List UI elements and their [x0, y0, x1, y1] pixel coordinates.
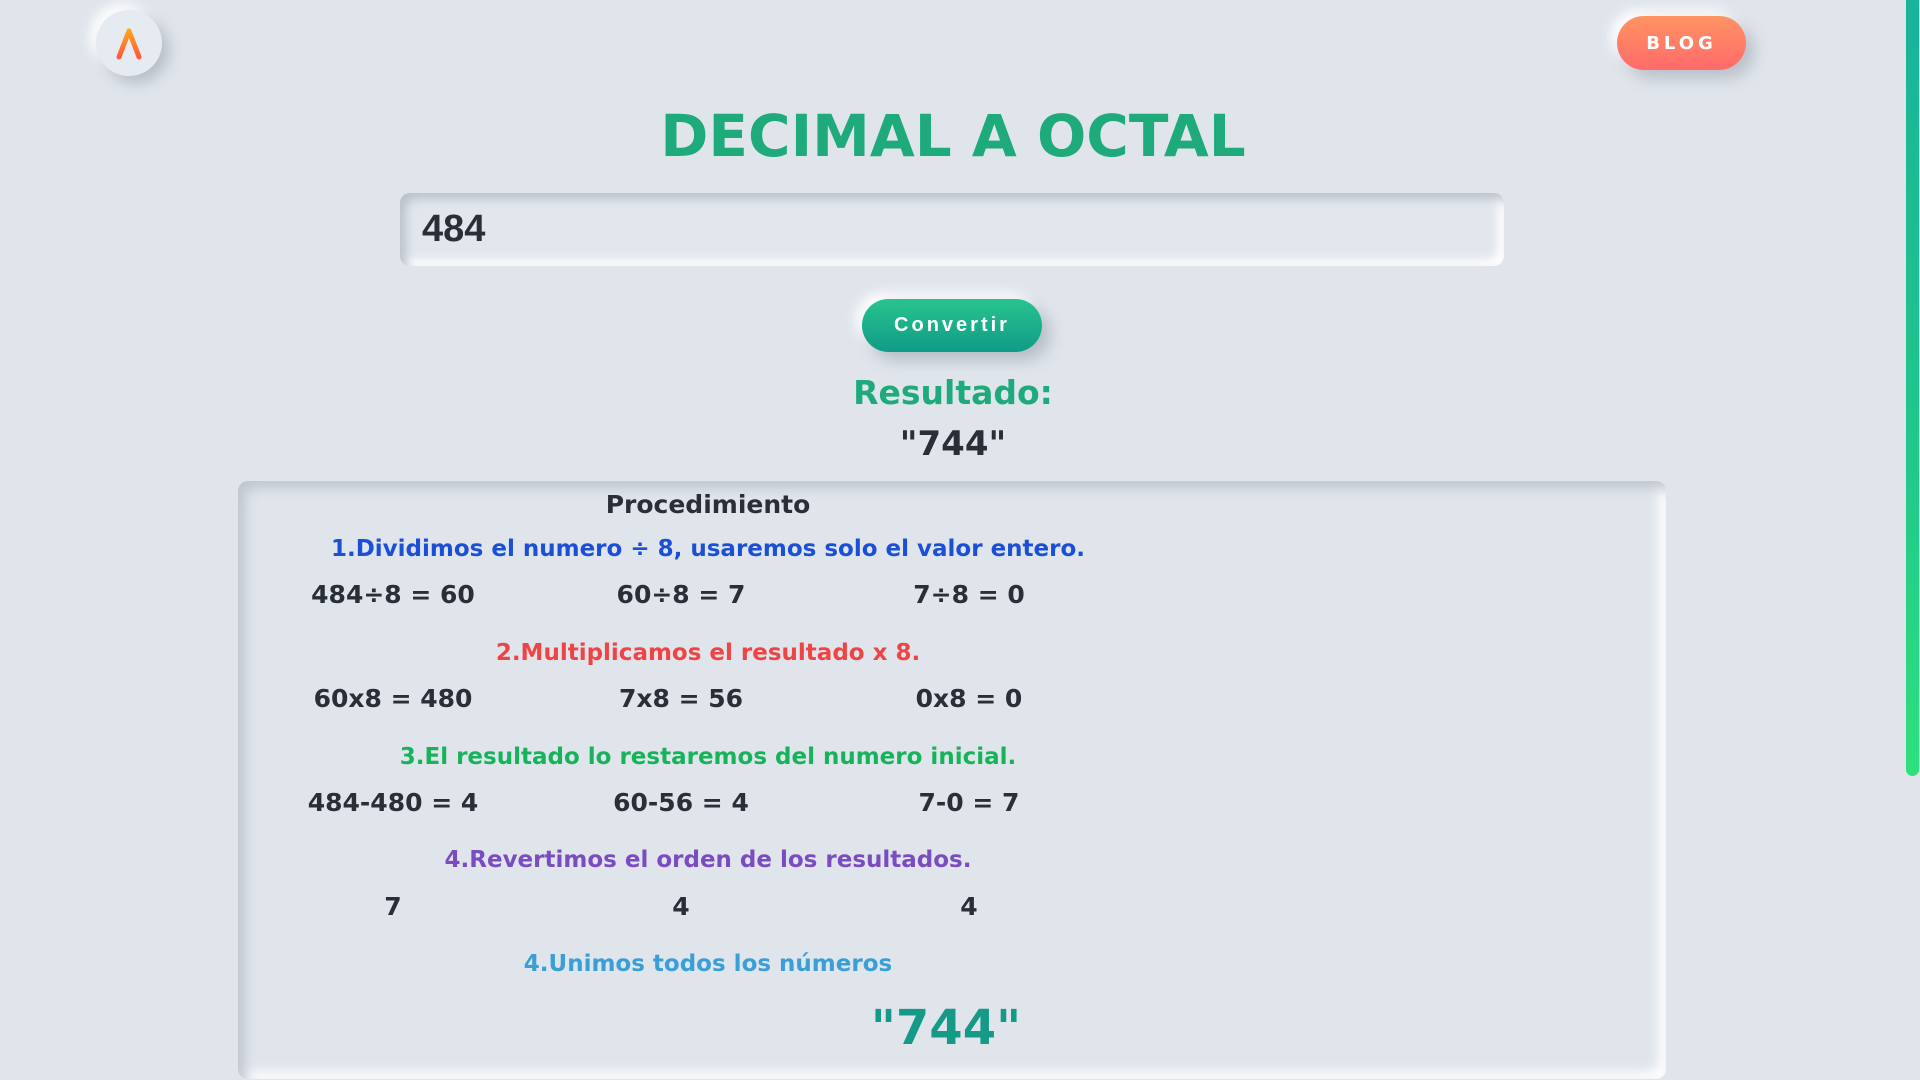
step-4-cell-2: 4: [672, 892, 690, 921]
step-title-1: 1.Dividimos el numero ÷ 8, usaremos solo…: [330, 536, 1086, 562]
step-title-2: 2.Multiplicamos el resultado x 8.: [495, 640, 921, 666]
step-3-cell-3: 7-0 = 7: [918, 788, 1020, 817]
step-title-3: 3.El resultado lo restaremos del numero …: [399, 744, 1017, 770]
step-title-4: 4.Revertimos el orden de los resultados.: [444, 847, 972, 873]
step-2-cell-1: 60x8 = 480: [313, 684, 473, 713]
step-4-cell-3: 4: [960, 892, 978, 921]
convert-button[interactable]: Convertir: [862, 299, 1042, 352]
scrollbar-thumb[interactable]: [1906, 0, 1919, 776]
result-value: "744": [899, 424, 1007, 464]
step-2-cell-3: 0x8 = 0: [915, 684, 1023, 713]
step-4-cell-1: 7: [384, 892, 402, 921]
step-title-5: 4.Unimos todos los números: [523, 951, 893, 977]
step-1-cell-1: 484÷8 = 60: [311, 580, 475, 609]
page-title: DECIMAL A OCTAL: [660, 102, 1246, 170]
step-3-cell-2: 60-56 = 4: [613, 788, 749, 817]
step-3-cell-1: 484-480 = 4: [307, 788, 479, 817]
final-result-value: "744": [870, 1000, 1022, 1056]
result-label: Resultado:: [853, 373, 1053, 412]
page: BLOG DECIMAL A OCTAL Convertir Resultado…: [0, 0, 1920, 1080]
step-1-cell-2: 60÷8 = 7: [616, 580, 746, 609]
blog-button[interactable]: BLOG: [1617, 16, 1746, 70]
scrollbar-track[interactable]: [1906, 0, 1920, 1080]
logo-button[interactable]: [96, 10, 162, 76]
lambda-logo-icon: [112, 27, 146, 60]
procedure-panel: [238, 481, 1666, 1079]
step-1-cell-3: 7÷8 = 0: [913, 580, 1025, 609]
procedure-title: Procedimiento: [605, 490, 811, 519]
step-2-cell-2: 7x8 = 56: [618, 684, 744, 713]
decimal-number-input[interactable]: [400, 193, 1504, 266]
